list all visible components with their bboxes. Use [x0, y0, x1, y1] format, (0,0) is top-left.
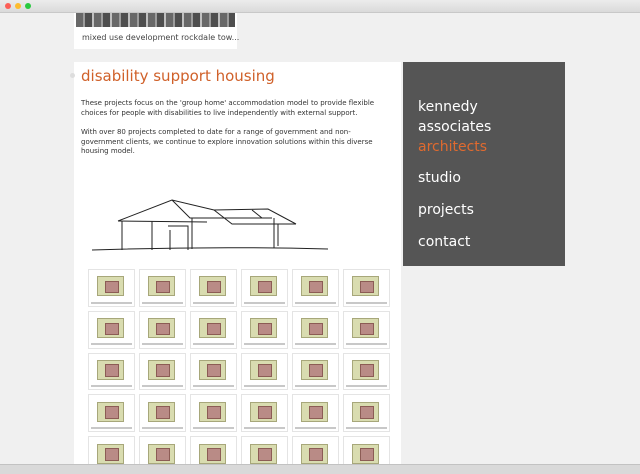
close-window-button[interactable] [5, 3, 11, 9]
site-navigation-panel: kennedy associates architects studio pro… [403, 62, 565, 266]
site-logo[interactable]: kennedy associates architects [418, 97, 491, 157]
floor-plans-collage [88, 269, 390, 464]
floor-plan-thumbnail [139, 394, 186, 433]
floor-plan-thumbnail [139, 269, 186, 307]
floor-plan-thumbnail [292, 394, 339, 433]
building-photo[interactable] [76, 13, 235, 27]
floor-plan-thumbnail [292, 352, 339, 391]
intro-paragraph: These projects focus on the 'group home'… [81, 99, 375, 117]
zoom-window-button[interactable] [25, 3, 31, 9]
floor-plan-thumbnail [343, 394, 390, 433]
floor-plan-thumbnail [343, 269, 390, 307]
brand-line-kennedy[interactable]: kennedy [418, 97, 491, 117]
floor-plan-thumbnail [190, 436, 237, 464]
floor-plan-thumbnail [88, 352, 135, 391]
floor-plan-thumbnail [241, 394, 288, 433]
nav-link-projects[interactable]: projects [418, 202, 474, 218]
thumbnail-caption[interactable]: mixed use development rockdale tow... [82, 33, 239, 42]
floor-plan-thumbnail [88, 269, 135, 307]
floor-plan-thumbnail [139, 436, 186, 464]
floor-plan-thumbnail [292, 436, 339, 464]
page-title: disability support housing [81, 67, 275, 85]
minimize-window-button[interactable] [15, 3, 21, 9]
brand-line-associates[interactable]: associates [418, 117, 491, 137]
floor-plan-thumbnail [241, 269, 288, 307]
floor-plan-thumbnail [88, 436, 135, 464]
floor-plan-thumbnail [343, 436, 390, 464]
web-page[interactable]: mixed use development rockdale tow... di… [0, 13, 640, 464]
floor-plan-thumbnail [343, 310, 390, 349]
floor-plan-thumbnail [88, 394, 135, 433]
floor-plan-thumbnail [241, 310, 288, 349]
project-thumbnail-card[interactable]: mixed use development rockdale tow... [74, 13, 239, 49]
brand-line-architects[interactable]: architects [418, 137, 491, 157]
nav-link-studio[interactable]: studio [418, 170, 461, 186]
floor-plan-thumbnail [190, 310, 237, 349]
floor-plan-thumbnail [241, 436, 288, 464]
floor-plan-thumbnail [88, 310, 135, 349]
bullet-dot [70, 73, 75, 78]
projects-paragraph: With over 80 projects completed to date … [81, 128, 373, 155]
floor-plan-thumbnail [343, 352, 390, 391]
floor-plan-thumbnail [190, 269, 237, 307]
floor-plan-thumbnail [292, 310, 339, 349]
floor-plan-thumbnail [241, 352, 288, 391]
floor-plan-thumbnail [292, 269, 339, 307]
article-panel: disability support housing These project… [70, 62, 401, 464]
house-sketch-image [92, 199, 329, 251]
floor-plan-thumbnail [139, 310, 186, 349]
floor-plan-thumbnail [139, 352, 186, 391]
floor-plan-thumbnail [190, 352, 237, 391]
floor-plan-thumbnail [190, 394, 237, 433]
nav-link-contact[interactable]: contact [418, 234, 470, 250]
window-titlebar [0, 0, 640, 13]
